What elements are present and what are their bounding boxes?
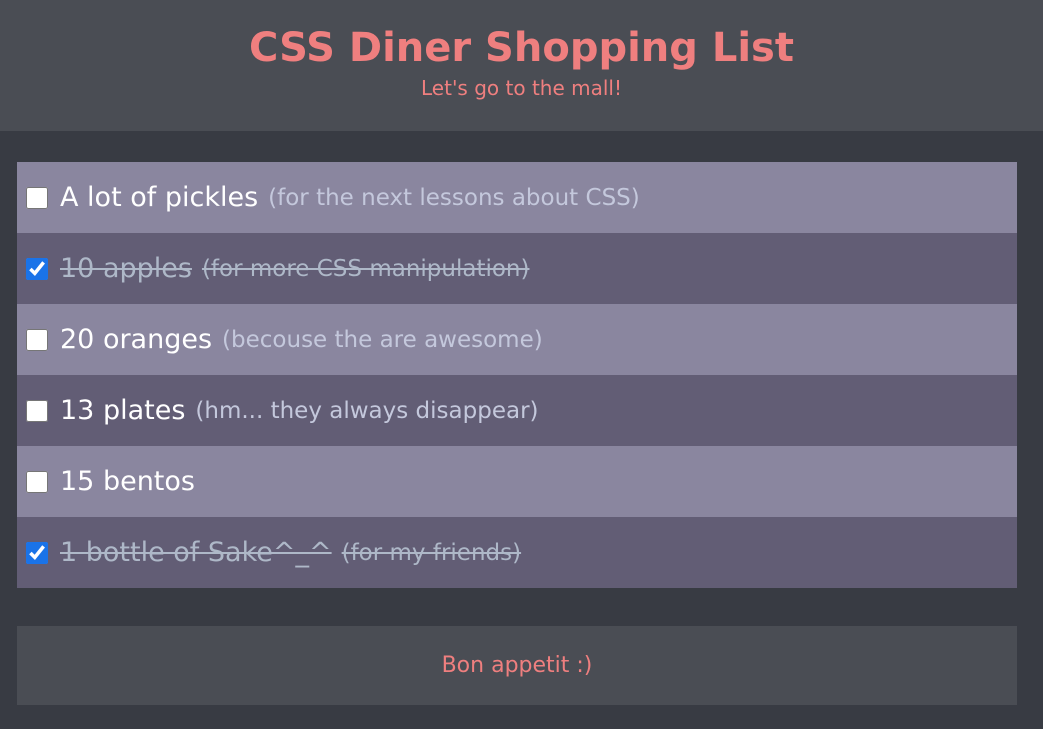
item-note: (for more CSS manipulation) xyxy=(201,255,530,282)
item-note: (for my friends) xyxy=(341,539,522,566)
page-footer: Bon appetit :) xyxy=(17,626,1017,705)
item-label: 20 oranges xyxy=(60,323,213,355)
item-label: 13 plates xyxy=(60,394,186,426)
item-checkbox[interactable] xyxy=(26,541,48,564)
item-checkbox[interactable] xyxy=(26,470,48,493)
list-item: 10 apples (for more CSS manipulation) xyxy=(17,233,1017,304)
item-label: A lot of pickles xyxy=(60,181,259,213)
page-header: CSS Diner Shopping List Let's go to the … xyxy=(0,0,1043,131)
list-item: 20 oranges (becouse the are awesome) xyxy=(17,304,1017,375)
item-checkbox[interactable] xyxy=(26,257,48,280)
footer-text: Bon appetit :) xyxy=(441,653,593,678)
item-checkbox[interactable] xyxy=(26,328,48,351)
shopping-list: A lot of pickles (for the next lessons a… xyxy=(17,162,1017,588)
list-item: A lot of pickles (for the next lessons a… xyxy=(17,162,1017,233)
item-note: (for the next lessons about CSS) xyxy=(268,184,640,211)
item-label: 15 bentos xyxy=(60,465,195,497)
item-checkbox[interactable] xyxy=(26,186,48,209)
list-item: 13 plates (hm... they always disappear) xyxy=(17,375,1017,446)
list-item: 1 bottle of Sake^_^ (for my friends) xyxy=(17,517,1017,588)
list-item: 15 bentos xyxy=(17,446,1017,517)
item-checkbox[interactable] xyxy=(26,399,48,422)
item-label: 1 bottle of Sake^_^ xyxy=(60,536,332,568)
item-note: (hm... they always disappear) xyxy=(195,397,539,424)
page-title: CSS Diner Shopping List xyxy=(249,25,794,71)
item-label: 10 apples xyxy=(60,252,192,284)
page-subtitle: Let's go to the mall! xyxy=(421,76,622,100)
item-note: (becouse the are awesome) xyxy=(222,326,543,353)
